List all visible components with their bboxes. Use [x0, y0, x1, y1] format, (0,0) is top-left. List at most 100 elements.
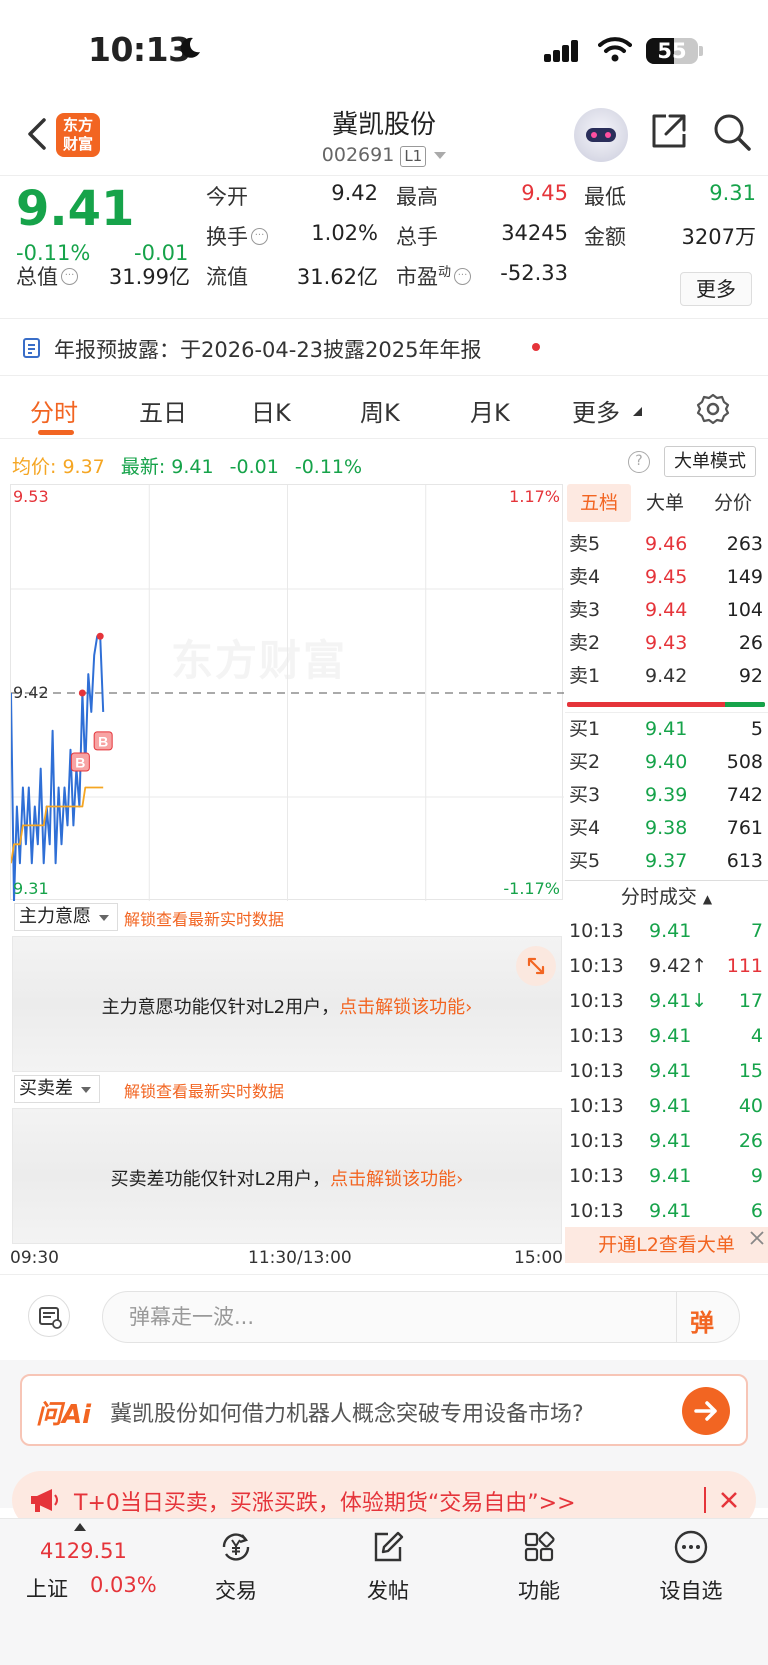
high-label: 最高 [396, 185, 438, 209]
tick-row: 10:13 9.41 4 [569, 1025, 763, 1047]
tick-row: 10:13 9.41↓ 17 [569, 990, 763, 1012]
ask-row: 卖3 9.44 104 [569, 599, 763, 621]
nav-functions[interactable]: 功能 [494, 1527, 584, 1605]
pe-type: 动 [438, 265, 452, 280]
bid-row: 买3 9.39 742 [569, 784, 763, 806]
share-icon[interactable] [650, 112, 688, 150]
gear-icon[interactable] [696, 392, 730, 426]
stock-header: 东方 财富 冀凯股份 002691 L1 [0, 100, 768, 176]
tab-monthly-k[interactable]: 月K [470, 393, 510, 428]
unread-dot [532, 343, 540, 351]
status-bar: 10:13 55 [0, 0, 768, 100]
help-icon[interactable]: ? [628, 451, 650, 473]
tick-row: 10:13 9.42↑ 111 [569, 955, 763, 977]
ticks-header[interactable]: 分时成交 ▲ [565, 880, 768, 912]
tab-daily-k[interactable]: 日K [251, 393, 291, 428]
index-name: 上证 [26, 1577, 68, 1601]
avg-label: 均价: [12, 456, 57, 478]
float-cap-value: 31.62亿 [296, 265, 378, 289]
trade-point-marker [96, 632, 104, 640]
tab-price-distribution[interactable]: 分价 [701, 484, 765, 522]
open-l2-banner[interactable]: 开通L2查看大单 [565, 1227, 768, 1263]
ai-question-card[interactable]: 问Ai 冀凯股份如何借力机器人概念突破专用设备市场? [20, 1374, 748, 1446]
tab-five-day[interactable]: 五日 [139, 393, 187, 428]
ask-row: 卖5 9.46 263 [569, 533, 763, 555]
tab-five-levels[interactable]: 五档 [567, 484, 631, 522]
tab-big-orders[interactable]: 大单 [633, 484, 697, 522]
info-icon[interactable]: ··· [454, 268, 472, 285]
tab-more[interactable]: 更多 [572, 393, 620, 428]
tick-row: 10:13 9.41 15 [569, 1060, 763, 1082]
chart-canvas: BB [11, 485, 564, 901]
bid-ask-unlock-button[interactable]: 点击解锁该功能› [330, 1169, 463, 1190]
danmu-settings-icon[interactable] [28, 1295, 70, 1337]
tab-weekly-k[interactable]: 周K [360, 393, 400, 428]
chart-tabs: 分时 五日 日K 周K 月K 更多 [0, 377, 768, 439]
promo-text: T+0当日买卖，买涨买跌，体验期货“交易自由”>> [74, 1491, 576, 1516]
low-label: 最低 [584, 185, 626, 209]
main-force-unlock-link[interactable]: 解锁查看最新实时数据 [124, 906, 284, 930]
y-axis-bottom: 9.31 [13, 879, 49, 898]
amount-label: 金额 [584, 225, 626, 249]
nav-post-label: 发帖 [367, 1579, 409, 1603]
bid-row: 买2 9.40 508 [569, 751, 763, 773]
danmu-bar: 弹幕走一波... 弹 [0, 1274, 768, 1360]
main-force-message: 主力意愿功能仅针对L2用户，点击解锁该功能› [101, 997, 473, 1018]
time-axis-start: 09:30 [10, 1248, 59, 1268]
time-axis-mid: 11:30/13:00 [248, 1248, 352, 1268]
cellular-signal-icon [544, 40, 578, 62]
bid-ask-ratio-bar [567, 702, 765, 707]
ask-row: 卖1 9.42 92 [569, 665, 763, 687]
intraday-chart[interactable]: 东方财富 BB 9.53 9.42 9.31 1.17% -1.17% [10, 484, 564, 901]
tick-row: 10:13 9.41 9 [569, 1165, 763, 1187]
bid-ask-message: 买卖差功能仅针对L2用户，点击解锁该功能› [110, 1169, 464, 1190]
close-icon[interactable] [718, 1489, 740, 1511]
caret-down-icon [633, 407, 642, 416]
info-icon[interactable]: ··· [251, 228, 268, 245]
big-order-mode-button[interactable]: 大单模式 [664, 446, 756, 477]
active-tab-indicator [38, 430, 74, 435]
search-icon[interactable] [712, 112, 752, 152]
bottom-nav: 4129.51 上证 0.03% 交易 发帖 功能 设自选 [0, 1518, 768, 1665]
danmu-toggle-button[interactable]: 弹 [690, 1303, 714, 1338]
arrow-right-icon[interactable] [682, 1387, 730, 1435]
tick-row: 10:13 9.41 7 [569, 920, 763, 942]
total-cap-value: 31.99亿 [108, 265, 190, 289]
info-icon[interactable]: ··· [61, 268, 78, 285]
total-cap-label: 总值 ··· [16, 261, 78, 291]
nav-add-watchlist-label: 设自选 [659, 1579, 723, 1603]
tab-intraday[interactable]: 分时 [30, 393, 78, 428]
close-icon[interactable] [747, 1228, 767, 1248]
main-force-select[interactable]: 主力意愿 [14, 903, 118, 931]
bid-ask-select[interactable]: 买卖差 [14, 1075, 100, 1103]
high-value: 9.45 [521, 181, 568, 205]
nav-trade[interactable]: 交易 [191, 1527, 281, 1605]
main-force-panel: 主力意愿功能仅针对L2用户，点击解锁该功能› [12, 936, 562, 1072]
open-value: 9.42 [331, 181, 378, 205]
avg-value: 9.37 [62, 456, 105, 478]
bid-ask-panel: 买卖差功能仅针对L2用户，点击解锁该功能› [12, 1108, 562, 1244]
bid-ask-unlock-link[interactable]: 解锁查看最新实时数据 [124, 1078, 284, 1102]
amount-value: 3207万 [681, 225, 756, 249]
danmu-input[interactable]: 弹幕走一波... [102, 1291, 740, 1343]
time-axis: 09:30 11:30/13:00 15:00 [10, 1248, 563, 1272]
megaphone-icon [31, 1489, 58, 1512]
float-cap-label: 流值 [206, 265, 248, 289]
ai-section: 问Ai 冀凯股份如何借力机器人概念突破专用设备市场? T+0当日买卖，买涨买跌，… [0, 1360, 768, 1529]
expand-icon[interactable] [516, 946, 556, 986]
index-change: 0.03% [90, 1573, 157, 1597]
bid-row: 买4 9.38 761 [569, 817, 763, 839]
moon-icon [180, 37, 200, 58]
low-value: 9.31 [709, 181, 756, 205]
ai-robot-avatar[interactable] [574, 108, 628, 162]
tick-row: 10:13 9.41 40 [569, 1095, 763, 1117]
wifi-icon [598, 37, 632, 62]
nav-post[interactable]: 发帖 [343, 1527, 433, 1605]
nav-add-watchlist[interactable]: 设自选 [646, 1527, 736, 1605]
more-quote-button[interactable]: 更多 [680, 272, 752, 306]
annual-report-notice[interactable]: 年报预披露：于2026-04-23披露2025年年报 [0, 320, 768, 376]
bid-ask-panel-header: 买卖差 解锁查看最新实时数据 [12, 1075, 562, 1105]
latest-value: 9.41 [171, 456, 214, 478]
volume-label: 总手 [396, 225, 438, 249]
main-force-unlock-button[interactable]: 点击解锁该功能› [339, 997, 472, 1018]
